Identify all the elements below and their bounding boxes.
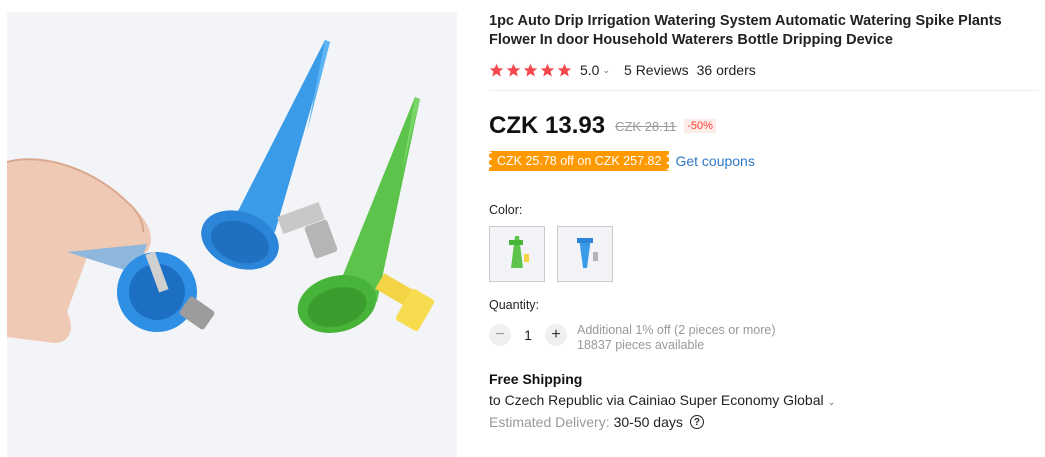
star-icon [489,63,504,76]
estimated-delivery: Estimated Delivery: 30-50 days ? [489,414,1039,430]
star-icon [506,63,521,76]
current-price: CZK 13.93 [489,112,606,139]
color-option-green[interactable] [489,226,545,282]
color-option-blue[interactable] [557,226,613,282]
rating-row: 5.0 ⌄ 5 Reviews 36 orders [489,60,1039,80]
coupon-badge[interactable]: CZK 25.78 off on CZK 257.82 [489,151,670,171]
rating-stars[interactable] [489,63,572,78]
discount-badge: -50% [684,119,716,133]
quantity-input[interactable]: 1 [511,324,545,346]
quantity-stepper: − 1 + Additional 1% off (2 pieces or mor… [489,323,1039,353]
get-coupons-link[interactable]: Get coupons [675,153,754,169]
green-spike-thumbnail [509,236,529,268]
shipping-title: Free Shipping [489,371,583,387]
star-icon [540,63,555,76]
reviews-link[interactable]: 5 Reviews [624,62,689,78]
star-icon [523,63,538,76]
price-row: CZK 13.93 CZK 28.11 -50% [489,111,1039,141]
pieces-available-text: 18837 pieces available [577,338,705,352]
coupon-row: CZK 25.78 off on CZK 257.82 Get coupons [489,150,1039,172]
divider [489,90,1039,91]
delivery-days: 30-50 days [613,414,683,430]
quantity-label: Quantity: [489,298,540,312]
additional-discount-text: Additional 1% off (2 pieces or more) [577,323,776,337]
blue-spike-thumbnail [577,238,598,268]
original-price: CZK 28.11 [615,118,677,134]
plus-icon[interactable]: + [545,324,567,346]
quantity-info: Additional 1% off (2 pieces or more) 188… [577,323,775,353]
product-info: 1pc Auto Drip Irrigation Watering System… [489,12,1039,430]
star-icon [557,63,572,76]
rating-score[interactable]: 5.0 [580,62,599,78]
chevron-down-icon[interactable]: ⌄ [828,397,836,407]
help-circle-icon[interactable]: ? [689,415,704,429]
color-label: Color: [489,203,523,217]
color-swatches [489,226,1039,282]
orders-count: 36 orders [696,62,756,78]
product-main-image[interactable] [7,12,457,457]
product-title: 1pc Auto Drip Irrigation Watering System… [489,13,1002,48]
chevron-down-icon[interactable]: ⌄ [602,65,610,76]
minus-icon[interactable]: − [489,324,511,346]
shipping-destination-text[interactable]: to Czech Republic via Cainiao Super Econ… [489,392,824,408]
delivery-label: Estimated Delivery: [489,414,610,430]
shipping-destination[interactable]: to Czech Republic via Cainiao Super Econ… [489,392,1039,408]
